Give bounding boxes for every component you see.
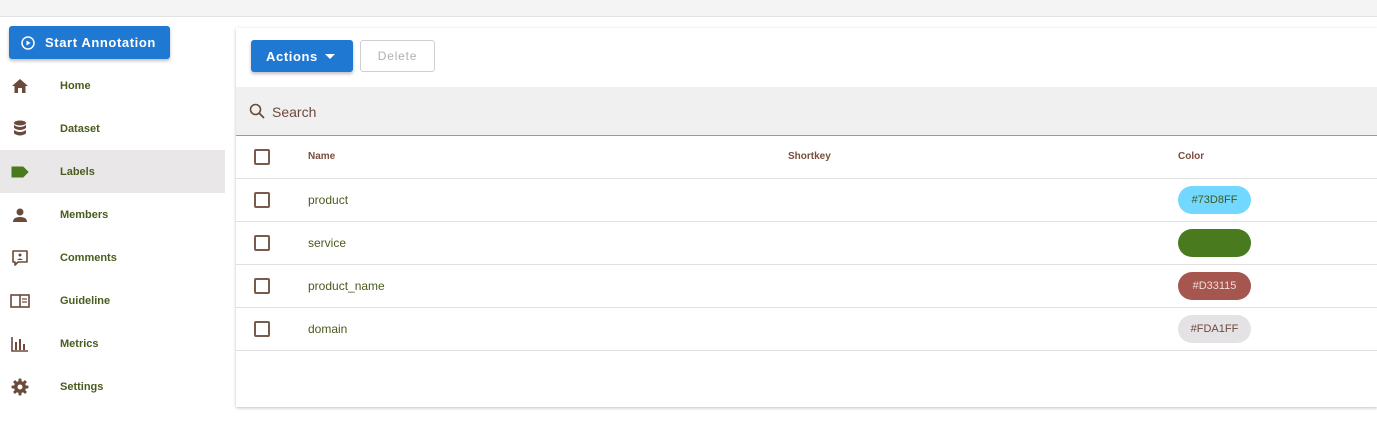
search-bar bbox=[236, 87, 1377, 136]
start-annotation-button[interactable]: Start Annotation bbox=[9, 26, 170, 59]
sidebar-item-label: Labels bbox=[60, 165, 95, 178]
comment-icon bbox=[10, 248, 30, 268]
search-input[interactable] bbox=[272, 101, 672, 123]
actions-label: Actions bbox=[266, 48, 318, 64]
sidebar-item-comments[interactable]: Comments bbox=[0, 236, 225, 279]
row-checkbox[interactable] bbox=[254, 192, 270, 208]
column-header-name[interactable]: Name bbox=[308, 151, 335, 162]
sidebar-item-label: Dataset bbox=[60, 122, 100, 135]
sidebar-nav: Home Dataset Labels Members Comments Gui… bbox=[0, 64, 225, 408]
person-icon bbox=[10, 205, 30, 225]
gear-icon bbox=[10, 377, 30, 397]
book-icon bbox=[10, 291, 30, 311]
select-all-checkbox[interactable] bbox=[254, 149, 270, 165]
color-chip: #FDA1FF bbox=[1178, 315, 1251, 343]
top-app-bar bbox=[0, 0, 1377, 17]
color-chip: #D33115 bbox=[1178, 272, 1251, 300]
table-row[interactable]: product #73D8FF bbox=[236, 179, 1377, 222]
table-row[interactable]: product_name #D33115 bbox=[236, 265, 1377, 308]
label-name: service bbox=[308, 236, 347, 250]
column-header-color[interactable]: Color bbox=[1178, 151, 1204, 162]
color-chip bbox=[1178, 229, 1251, 257]
sidebar-item-label: Members bbox=[60, 208, 109, 221]
table-row[interactable]: domain #FDA1FF bbox=[236, 308, 1377, 351]
table-row[interactable]: service bbox=[236, 222, 1377, 265]
label-name: product_name bbox=[308, 279, 385, 293]
label-name: product bbox=[308, 193, 349, 207]
sidebar-item-guideline[interactable]: Guideline bbox=[0, 279, 225, 322]
sidebar-item-home[interactable]: Home bbox=[0, 64, 225, 107]
sidebar-item-label: Comments bbox=[60, 251, 117, 264]
table-header-row: Name Shortkey Color bbox=[236, 136, 1377, 179]
label-name: domain bbox=[308, 322, 348, 336]
database-icon bbox=[10, 119, 30, 139]
sidebar: Start Annotation Home Dataset Labels Mem… bbox=[0, 17, 225, 426]
sidebar-item-label: Home bbox=[60, 79, 91, 92]
delete-button[interactable]: Delete bbox=[360, 40, 435, 72]
caret-down-icon bbox=[324, 53, 335, 59]
row-checkbox[interactable] bbox=[254, 278, 270, 294]
sidebar-item-settings[interactable]: Settings bbox=[0, 365, 225, 408]
row-checkbox[interactable] bbox=[254, 235, 270, 251]
column-header-shortkey[interactable]: Shortkey bbox=[788, 151, 831, 162]
row-checkbox[interactable] bbox=[254, 321, 270, 337]
label-icon bbox=[10, 162, 30, 182]
sidebar-item-labels[interactable]: Labels bbox=[0, 150, 225, 193]
labels-card: Actions Delete Name Shortkey Color produ… bbox=[236, 28, 1377, 407]
start-annotation-label: Start Annotation bbox=[45, 35, 156, 50]
labels-table: Name Shortkey Color product #73D8FF serv… bbox=[236, 136, 1377, 351]
sidebar-item-members[interactable]: Members bbox=[0, 193, 225, 236]
search-icon bbox=[249, 103, 265, 119]
home-icon bbox=[10, 76, 30, 96]
chart-bar-icon bbox=[10, 334, 30, 354]
sidebar-item-metrics[interactable]: Metrics bbox=[0, 322, 225, 365]
sidebar-item-label: Settings bbox=[60, 380, 104, 393]
actions-button[interactable]: Actions bbox=[251, 40, 353, 72]
sidebar-item-label: Metrics bbox=[60, 337, 99, 350]
play-circle-icon bbox=[21, 35, 35, 50]
color-chip: #73D8FF bbox=[1178, 186, 1251, 214]
sidebar-item-dataset[interactable]: Dataset bbox=[0, 107, 225, 150]
sidebar-item-label: Guideline bbox=[60, 294, 111, 307]
